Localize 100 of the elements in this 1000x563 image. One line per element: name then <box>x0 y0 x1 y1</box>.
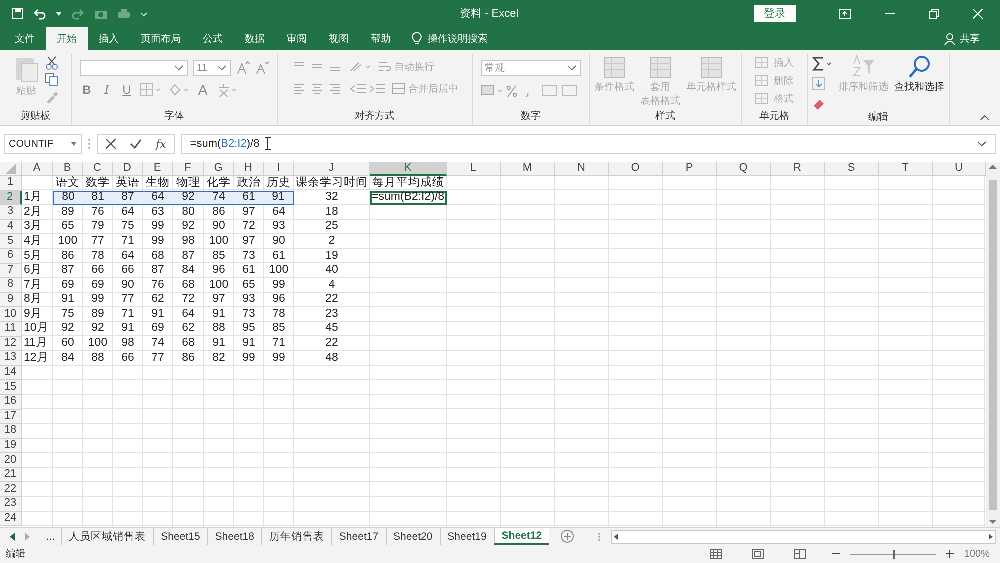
scrollbar-thumb[interactable] <box>989 180 997 510</box>
column-header[interactable]: I <box>264 162 294 176</box>
ribbon-tab[interactable]: 数据 <box>234 27 276 50</box>
row-header[interactable]: 11 <box>0 322 22 337</box>
ribbon-tab[interactable]: 公式 <box>192 27 234 50</box>
ribbon-tab[interactable]: 帮助 <box>360 27 402 50</box>
row-header[interactable]: 2 <box>0 190 22 206</box>
zoom-level[interactable]: 100% <box>964 548 990 560</box>
column-header[interactable]: T <box>879 162 933 176</box>
column-header[interactable]: U <box>933 162 986 176</box>
increase-font-icon[interactable] <box>236 61 250 75</box>
dropdown-caret-icon[interactable] <box>217 65 227 71</box>
column-header[interactable]: L <box>447 162 501 176</box>
ribbon-tab[interactable]: 视图 <box>318 27 360 50</box>
row-header[interactable]: 17 <box>0 410 22 424</box>
name-box[interactable]: COUNTIF <box>4 134 82 154</box>
find-select-button[interactable]: 查找和选择 <box>894 54 946 94</box>
column-header[interactable]: S <box>825 162 879 176</box>
row-header[interactable]: 8 <box>0 278 22 293</box>
row-header[interactable]: 15 <box>0 380 22 395</box>
ribbon-tab[interactable]: 插入 <box>88 27 130 50</box>
scroll-right-icon[interactable] <box>987 532 995 540</box>
ribbon-tab[interactable]: 文件 <box>4 27 46 50</box>
row-header[interactable]: 5 <box>0 234 22 249</box>
check-icon[interactable] <box>130 139 142 149</box>
column-header[interactable]: H <box>234 162 264 176</box>
scroll-up-icon[interactable] <box>989 164 997 170</box>
row-header[interactable]: 1 <box>0 176 22 191</box>
dropdown-caret-icon[interactable] <box>174 65 184 71</box>
row-header[interactable]: 9 <box>0 292 22 308</box>
sheet-tab[interactable]: Sheet12 <box>494 528 550 545</box>
row-header[interactable]: 7 <box>0 264 22 278</box>
tell-me-search[interactable]: 操作说明搜索 <box>428 32 488 46</box>
column-header[interactable]: Q <box>717 162 771 176</box>
page-layout-icon[interactable] <box>752 549 764 559</box>
formula-text[interactable]: =sum(B2:I2)/8 <box>190 138 260 150</box>
save-icon[interactable] <box>12 8 24 20</box>
ribbon-tab[interactable]: 审阅 <box>276 27 318 50</box>
insert-function-button[interactable]: fx <box>156 138 166 150</box>
collapse-ribbon-icon[interactable] <box>980 115 990 121</box>
column-header[interactable]: O <box>609 162 663 176</box>
autosum-icon[interactable] <box>812 57 834 71</box>
column-header[interactable]: B <box>53 162 83 176</box>
dropdown-caret-icon[interactable] <box>56 12 62 16</box>
scroll-down-icon[interactable] <box>989 519 997 525</box>
undo-icon[interactable] <box>33 8 47 20</box>
vertical-scrollbar[interactable] <box>986 162 1000 527</box>
column-header[interactable]: R <box>771 162 825 176</box>
expand-formula-icon[interactable] <box>977 141 987 147</box>
close-icon[interactable] <box>973 8 983 18</box>
copy-icon[interactable] <box>44 73 58 87</box>
column-header[interactable]: G <box>204 162 234 176</box>
row-header[interactable]: 6 <box>0 248 22 264</box>
column-header[interactable]: D <box>113 162 143 176</box>
row-header[interactable]: 4 <box>0 220 22 234</box>
row-header[interactable]: 23 <box>0 497 22 512</box>
dropdown-caret-icon[interactable] <box>567 65 577 71</box>
restore-icon[interactable] <box>929 8 939 18</box>
more-sheets-button[interactable]: ... <box>40 530 62 542</box>
scroll-left-icon[interactable] <box>10 532 15 540</box>
zoom-slider-thumb[interactable] <box>893 550 896 558</box>
row-header[interactable]: 13 <box>0 351 22 366</box>
zoom-in-icon[interactable] <box>946 550 954 558</box>
row-header[interactable]: 20 <box>0 453 22 468</box>
page-break-icon[interactable] <box>794 549 806 559</box>
column-header[interactable]: A <box>22 162 53 176</box>
row-header[interactable]: 14 <box>0 366 22 380</box>
normal-view-icon[interactable] <box>710 549 722 559</box>
lightbulb-icon[interactable] <box>412 32 422 46</box>
column-header[interactable]: J <box>294 162 370 176</box>
cancel-icon[interactable] <box>106 139 116 149</box>
sign-in-button[interactable]: 登录 <box>754 5 796 22</box>
add-sheet-icon[interactable] <box>561 530 574 543</box>
ribbon-tab[interactable]: 页面布局 <box>130 27 192 50</box>
grip-icon[interactable] <box>88 138 91 150</box>
row-header[interactable]: 10 <box>0 307 22 322</box>
font-name-field[interactable] <box>80 60 188 76</box>
column-header[interactable]: K <box>370 162 447 176</box>
horizontal-scrollbar[interactable] <box>611 530 996 544</box>
row-header[interactable]: 12 <box>0 336 22 352</box>
row-header[interactable]: 22 <box>0 482 22 498</box>
row-header[interactable]: 21 <box>0 468 22 482</box>
row-header[interactable]: 18 <box>0 424 22 439</box>
scissors-icon[interactable] <box>44 56 58 70</box>
ribbon-display-icon[interactable] <box>839 8 851 18</box>
column-header[interactable]: E <box>143 162 173 176</box>
column-header[interactable]: F <box>173 162 204 176</box>
column-header[interactable]: P <box>663 162 717 176</box>
row-header[interactable]: 19 <box>0 438 22 454</box>
column-header[interactable]: N <box>555 162 609 176</box>
customize-caret-icon[interactable] <box>140 10 148 16</box>
row-header[interactable]: 16 <box>0 394 22 410</box>
font-size-field[interactable]: 11 <box>193 60 231 76</box>
ribbon-tab[interactable]: 开始 <box>46 27 88 50</box>
share-button[interactable]: 共享 <box>938 27 986 50</box>
column-header[interactable]: C <box>83 162 113 176</box>
decrease-font-icon[interactable] <box>255 61 269 75</box>
row-header[interactable]: 24 <box>0 512 22 526</box>
column-header[interactable]: M <box>501 162 555 176</box>
grip-icon[interactable] <box>598 532 602 542</box>
